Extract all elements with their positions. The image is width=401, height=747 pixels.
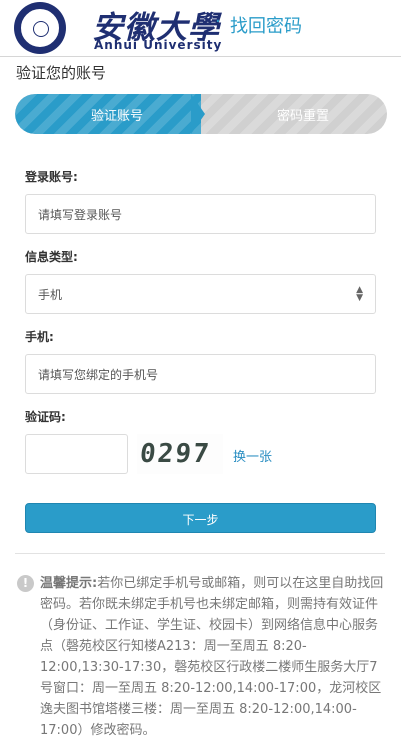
select-updown-icon: ▲ ▼ <box>356 285 363 303</box>
next-button[interactable]: 下一步 <box>25 503 376 533</box>
section-title: 验证您的账号 <box>16 64 107 82</box>
notice: 温馨提示:若你已绑定手机号或邮箱，则可以在这里自助找回密码。若你既未绑定手机号也… <box>40 573 390 741</box>
step-progress: 验证账号 密码重置 <box>15 94 387 134</box>
university-name-en: Anhui University <box>94 38 223 52</box>
university-seal-logo <box>14 2 66 54</box>
captcha-code: 0297 <box>138 439 213 469</box>
account-placeholder: 请填写登录账号 <box>38 208 123 222</box>
title-separator: · <box>215 11 221 32</box>
phone-placeholder: 请填写您绑定的手机号 <box>38 368 159 382</box>
divider <box>15 553 385 554</box>
captcha-label: 验证码: <box>25 410 66 424</box>
info-type-select[interactable]: 手机 ▲ ▼ <box>25 274 376 314</box>
notice-text: 若你已绑定手机号或邮箱，则可以在这里自助找回密码。若你既未绑定手机号也未绑定邮箱… <box>40 576 384 738</box>
info-type-label: 信息类型: <box>25 250 78 264</box>
captcha-image[interactable]: 0297 <box>137 434 223 474</box>
step-arrow <box>191 94 205 134</box>
notice-lead: 温馨提示: <box>40 576 98 591</box>
phone-input[interactable]: 请填写您绑定的手机号 <box>25 354 376 394</box>
account-label: 登录账号: <box>25 170 78 184</box>
step-verify-account: 验证账号 <box>91 109 144 124</box>
info-circle-icon: ! <box>17 575 34 592</box>
page-title: 找回密码 <box>230 16 302 37</box>
account-input[interactable]: 请填写登录账号 <box>25 194 376 234</box>
captcha-input[interactable] <box>25 434 128 474</box>
header: 安徽大學 Anhui University · 找回密码 <box>0 0 401 57</box>
seal-ring <box>20 8 60 48</box>
next-button-label: 下一步 <box>182 513 219 527</box>
phone-label: 手机: <box>25 330 54 344</box>
refresh-captcha-link[interactable]: 换一张 <box>233 446 272 465</box>
info-type-value: 手机 <box>38 288 63 302</box>
seal-center <box>33 21 49 37</box>
step-reset-password: 密码重置 <box>277 109 330 124</box>
